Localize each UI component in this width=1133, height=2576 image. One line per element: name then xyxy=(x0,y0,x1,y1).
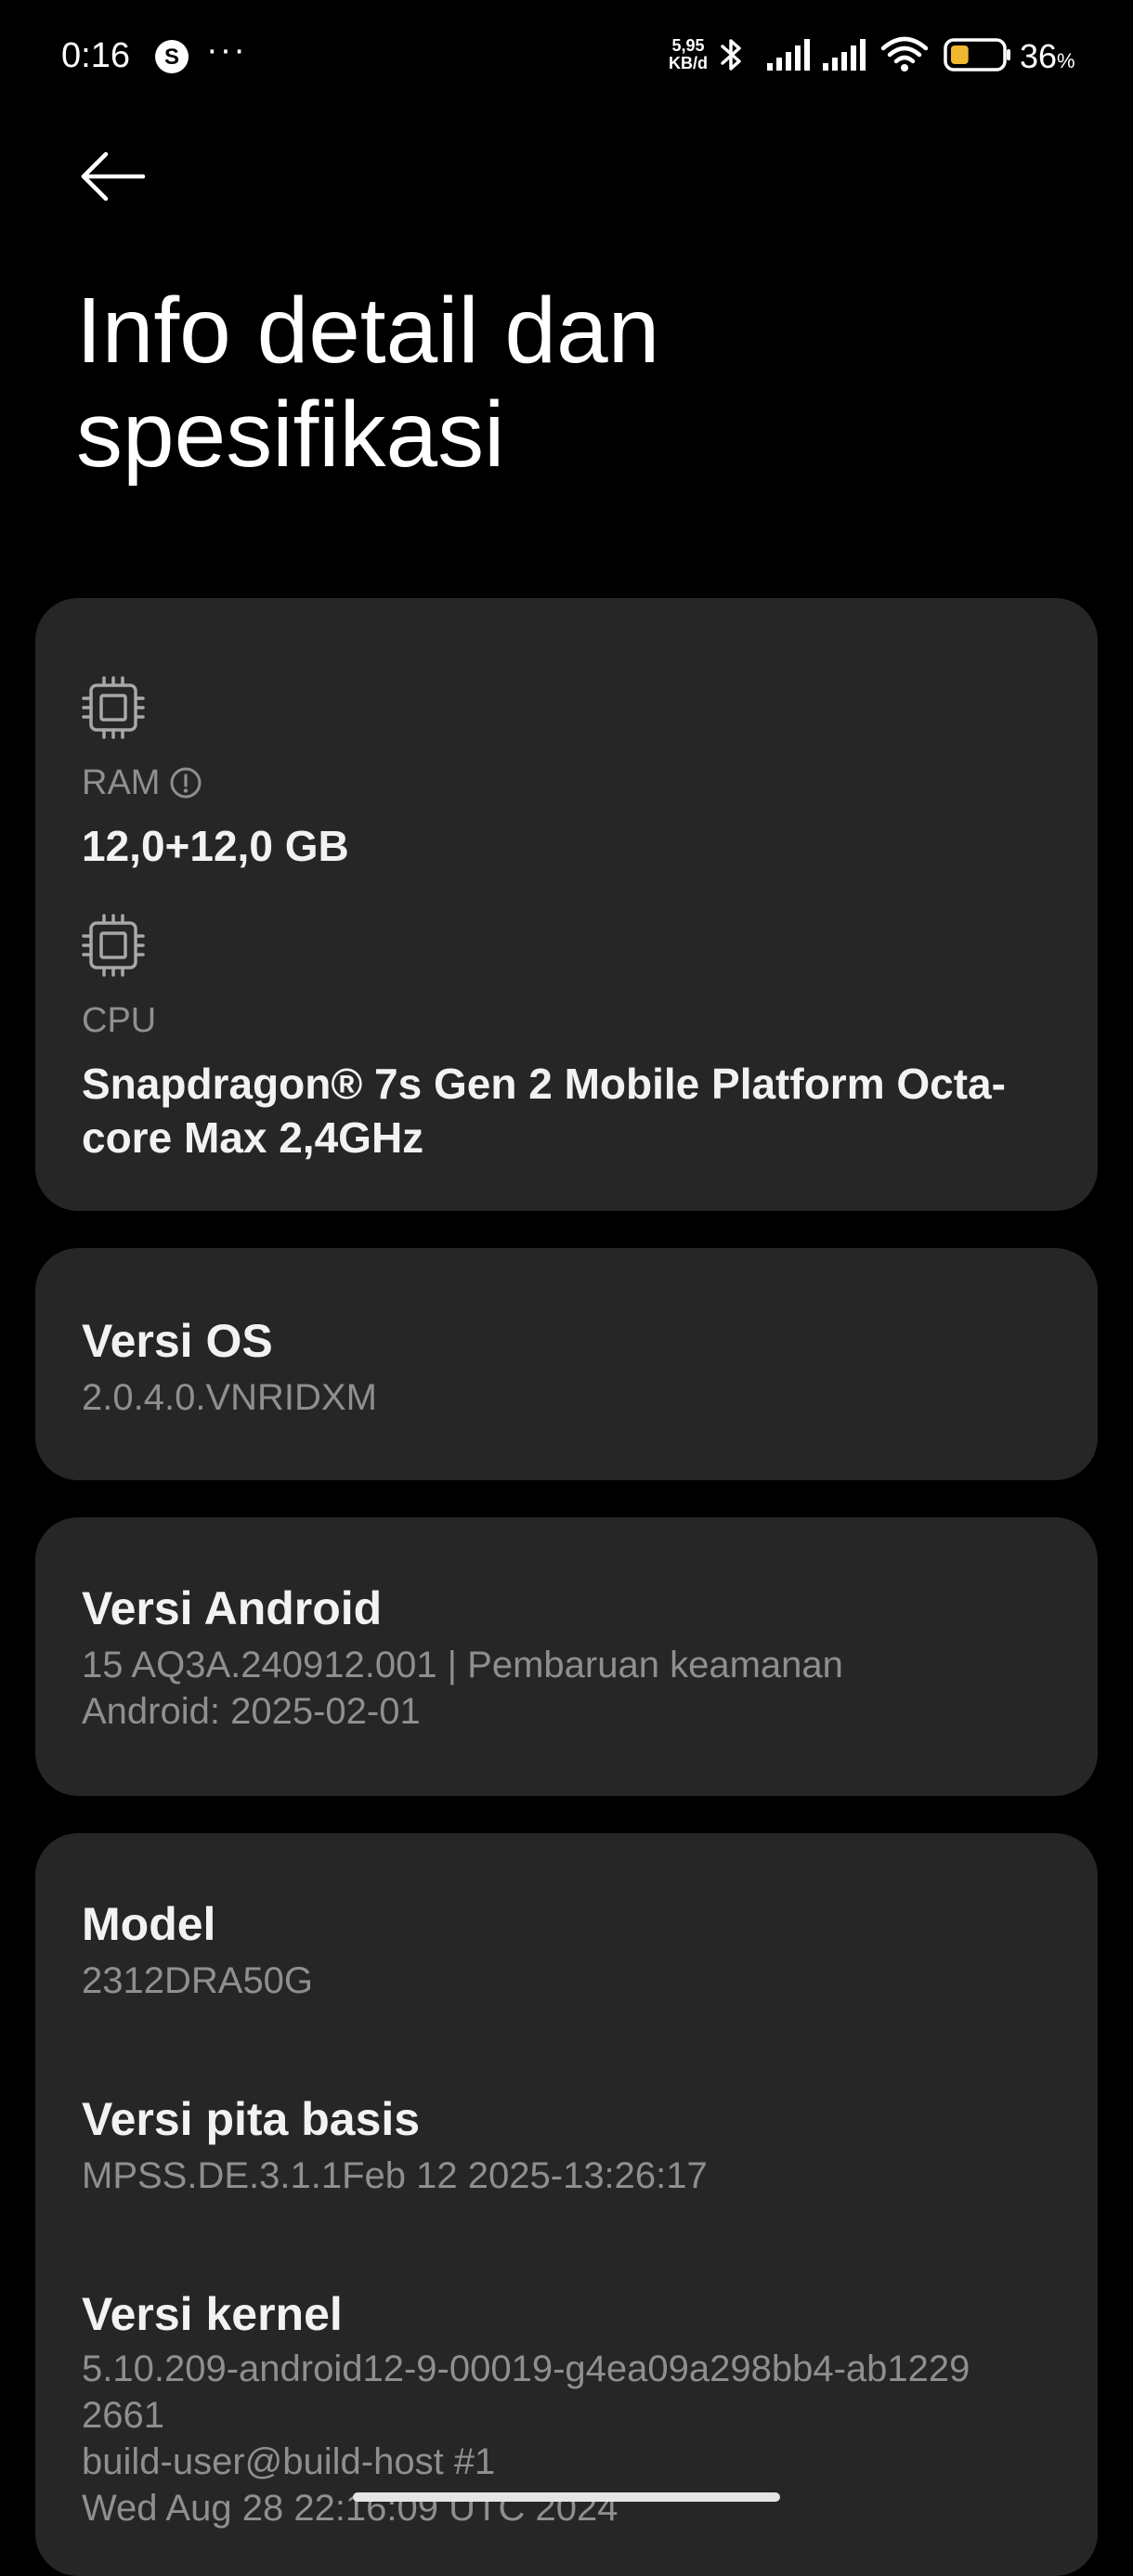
baseband-version-title: Versi pita basis xyxy=(82,2093,421,2145)
os-version-value: 2.0.4.0.VNRIDXM xyxy=(82,1377,377,1418)
network-speed-unit: KB/d xyxy=(669,54,708,72)
info-icon[interactable] xyxy=(169,766,202,800)
ram-value: 12,0+12,0 GB xyxy=(82,822,349,870)
os-version-card[interactable]: Versi OS 2.0.4.0.VNRIDXM xyxy=(35,1248,1098,1480)
back-button[interactable] xyxy=(74,139,158,214)
battery-percentage-sign: % xyxy=(1057,49,1075,72)
ram-label: RAM xyxy=(82,761,202,804)
bluetooth-icon xyxy=(721,39,741,71)
hardware-specs-card: RAM 12,0+12,0 GB CPU Snapdragon® 7s Gen … xyxy=(35,598,1098,1211)
ram-chip-icon xyxy=(82,676,145,739)
app-s-icon: S xyxy=(155,40,189,73)
page-title: Info detail dan spesifikasi xyxy=(76,279,660,487)
battery-percentage-value: 36 xyxy=(1020,37,1058,75)
cpu-value: Snapdragon® 7s Gen 2 Mobile Platform Oct… xyxy=(82,1060,1006,1162)
model-title: Model xyxy=(82,1898,216,1950)
wifi-icon xyxy=(880,36,929,72)
svg-text:S: S xyxy=(164,45,179,70)
back-arrow-icon xyxy=(81,151,146,202)
network-speed-value: 5,95 xyxy=(671,36,705,55)
cpu-chip-icon xyxy=(82,914,145,977)
network-speed: 5,95 KB/d xyxy=(665,37,711,72)
battery-percentage: 36% xyxy=(1020,35,1075,83)
battery-icon xyxy=(944,38,1010,72)
ram-label-text: RAM xyxy=(82,763,161,802)
baseband-version-value: MPSS.DE.3.1.1Feb 12 2025-13:26:17 xyxy=(82,2155,708,2196)
model-value: 2312DRA50G xyxy=(82,1960,314,2001)
signal-icon xyxy=(767,39,810,71)
home-indicator[interactable] xyxy=(353,2492,780,2502)
more-notifications-icon: ··· xyxy=(206,31,247,70)
device-details-card: Model 2312DRA50G Versi pita basis MPSS.D… xyxy=(35,1833,1098,2576)
status-bar: 0:16 S ··· 5,95 KB/d 36% xyxy=(0,0,1133,111)
kernel-version-title: Versi kernel xyxy=(82,2288,343,2340)
signal-icon xyxy=(823,39,866,71)
kernel-version-value: 5.10.209-android12-9-00019-g4ea09a298bb4… xyxy=(82,2348,970,2529)
status-time: 0:16 xyxy=(61,36,130,75)
android-version-title: Versi Android xyxy=(82,1582,383,1634)
android-version-card[interactable]: Versi Android 15 AQ3A.240912.001 | Pemba… xyxy=(35,1517,1098,1796)
android-version-value: 15 AQ3A.240912.001 | Pembaruan keamanan … xyxy=(82,1645,843,1732)
os-version-title: Versi OS xyxy=(82,1315,273,1367)
cpu-label: CPU xyxy=(82,1001,157,1040)
